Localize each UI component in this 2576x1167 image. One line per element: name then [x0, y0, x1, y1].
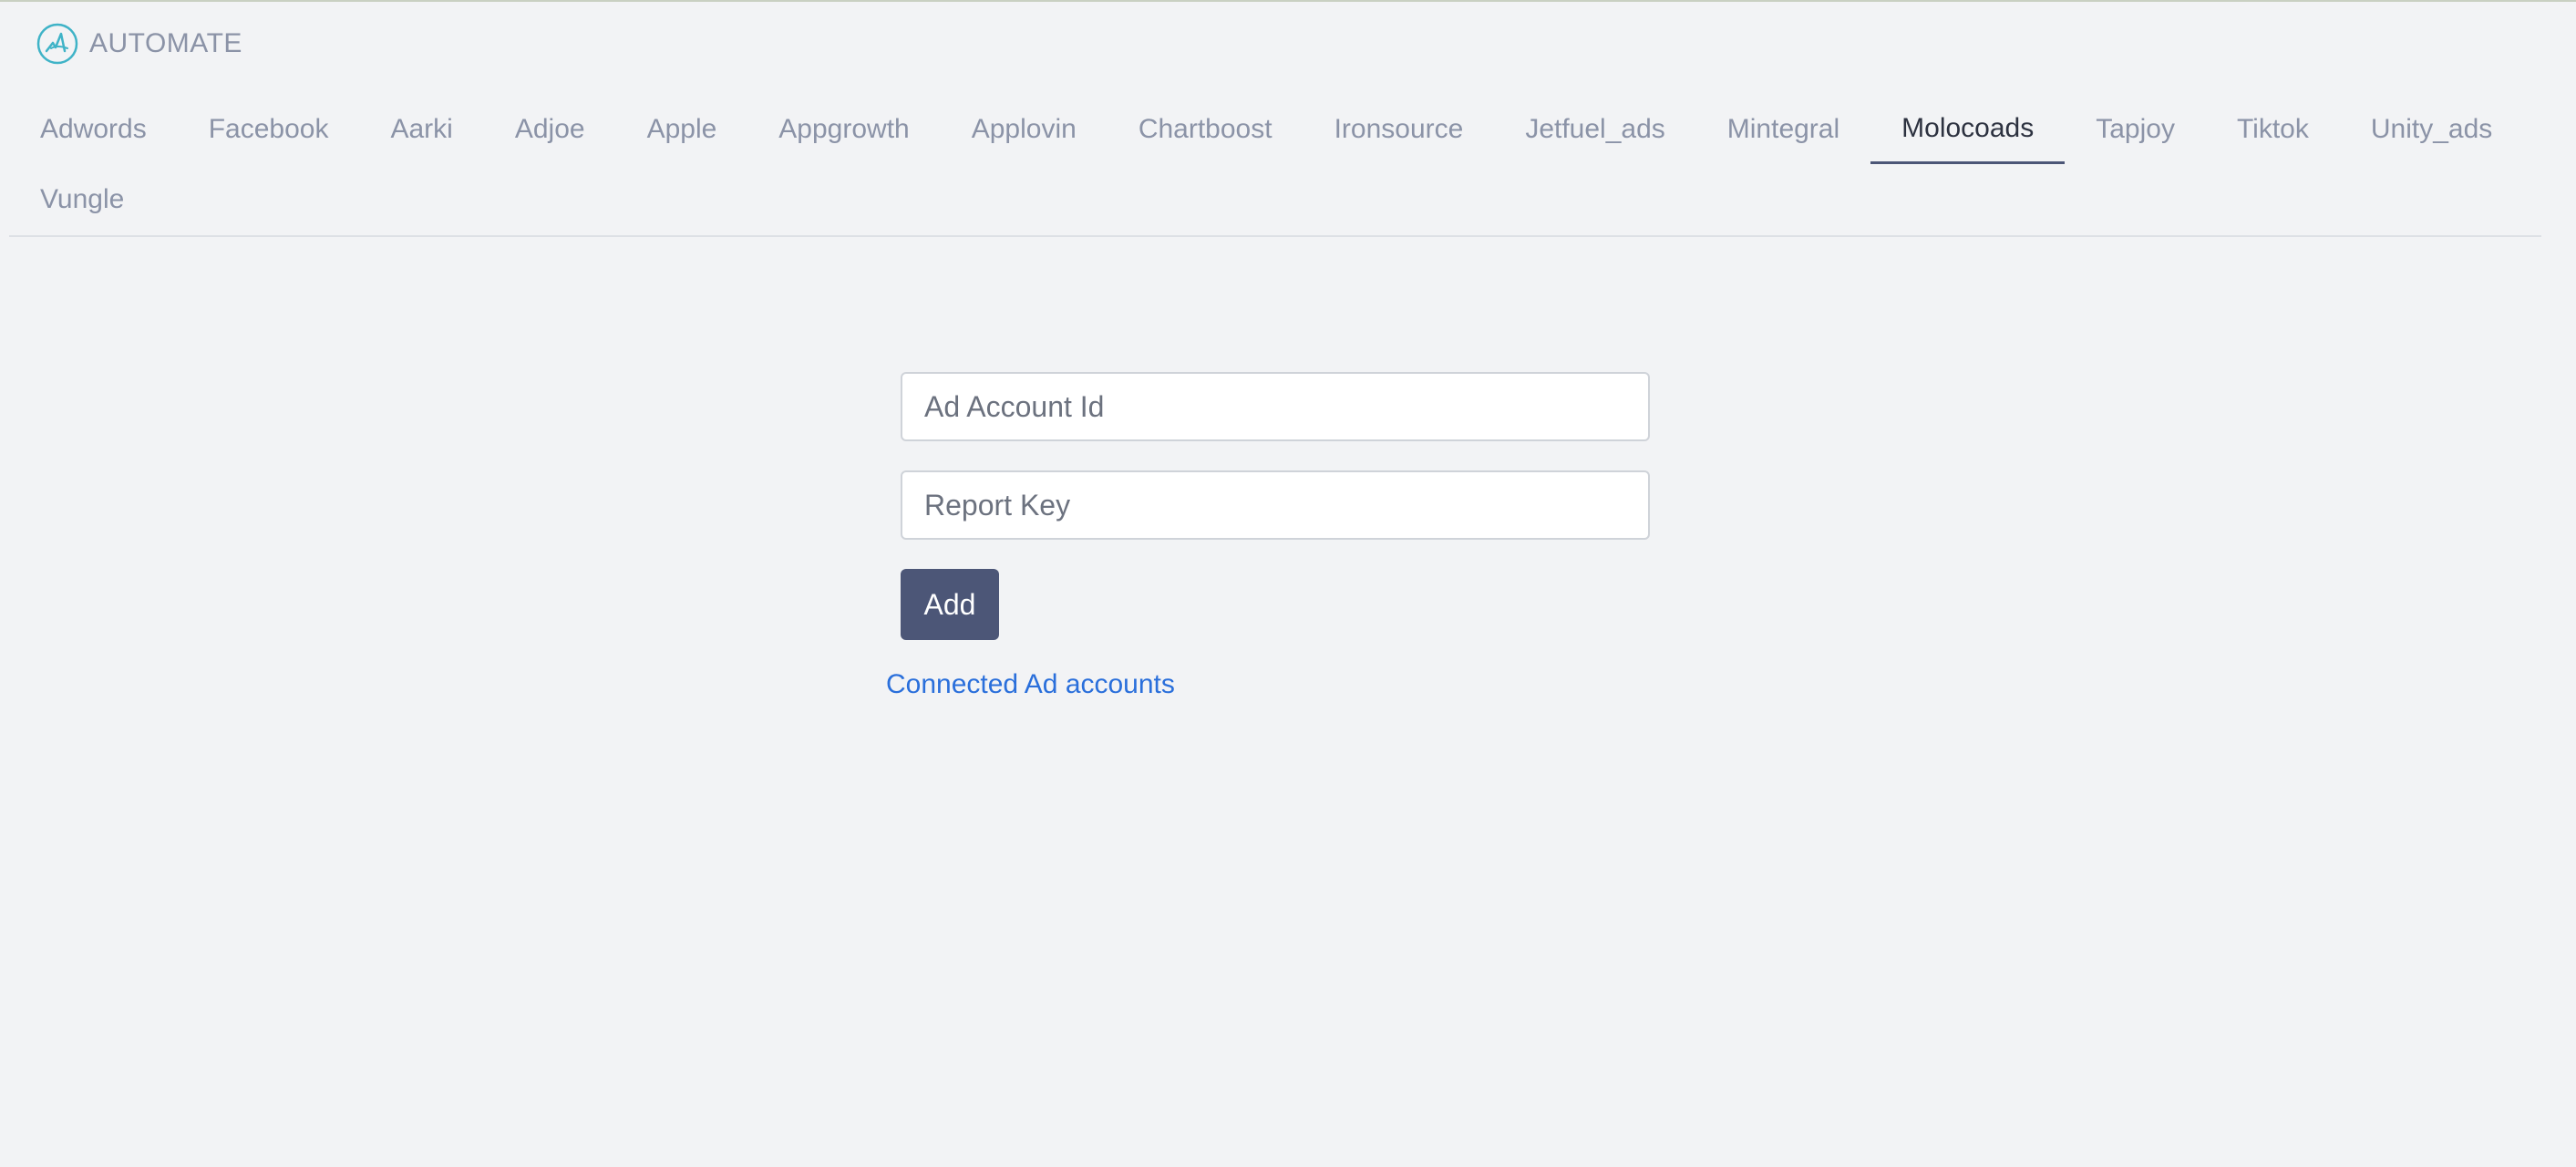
tab-tiktok[interactable]: Tiktok — [2206, 95, 2340, 164]
brand[interactable]: AUTOMATE — [36, 22, 242, 66]
connected-ad-accounts-link[interactable]: Connected Ad accounts — [886, 669, 1175, 700]
tab-vungle[interactable]: Vungle — [9, 165, 155, 234]
automate-logo-icon — [36, 23, 78, 65]
tab-aarki[interactable]: Aarki — [359, 95, 483, 164]
tab-appgrowth[interactable]: Appgrowth — [747, 95, 940, 164]
tab-jetfuel-ads[interactable]: Jetfuel_ads — [1494, 95, 1695, 164]
tab-unity-ads[interactable]: Unity_ads — [2340, 95, 2523, 164]
report-key-input[interactable] — [901, 470, 1650, 540]
tab-adjoe[interactable]: Adjoe — [484, 95, 616, 164]
tab-chartboost[interactable]: Chartboost — [1108, 95, 1303, 164]
ad-account-form — [901, 372, 1650, 540]
tab-row-1: Adwords Facebook Aarki Adjoe Apple Appgr… — [9, 95, 2523, 164]
tab-apple[interactable]: Apple — [616, 95, 748, 164]
ad-account-id-input[interactable] — [901, 372, 1650, 441]
tab-row-2: Vungle — [9, 165, 155, 234]
tab-mintegral[interactable]: Mintegral — [1696, 95, 1870, 164]
tab-adwords[interactable]: Adwords — [9, 95, 178, 164]
tab-applovin[interactable]: Applovin — [941, 95, 1108, 164]
brand-name: AUTOMATE — [89, 28, 242, 58]
add-button[interactable]: Add — [901, 569, 999, 640]
tab-facebook[interactable]: Facebook — [178, 95, 360, 164]
page: AUTOMATE Adwords Facebook Aarki Adjoe Ap… — [0, 0, 2576, 1167]
platform-tabs: Adwords Facebook Aarki Adjoe Apple Appgr… — [9, 95, 2541, 237]
tab-ironsource[interactable]: Ironsource — [1303, 95, 1495, 164]
tab-tapjoy[interactable]: Tapjoy — [2065, 95, 2206, 164]
tab-molocoads[interactable]: Molocoads — [1870, 95, 2066, 164]
